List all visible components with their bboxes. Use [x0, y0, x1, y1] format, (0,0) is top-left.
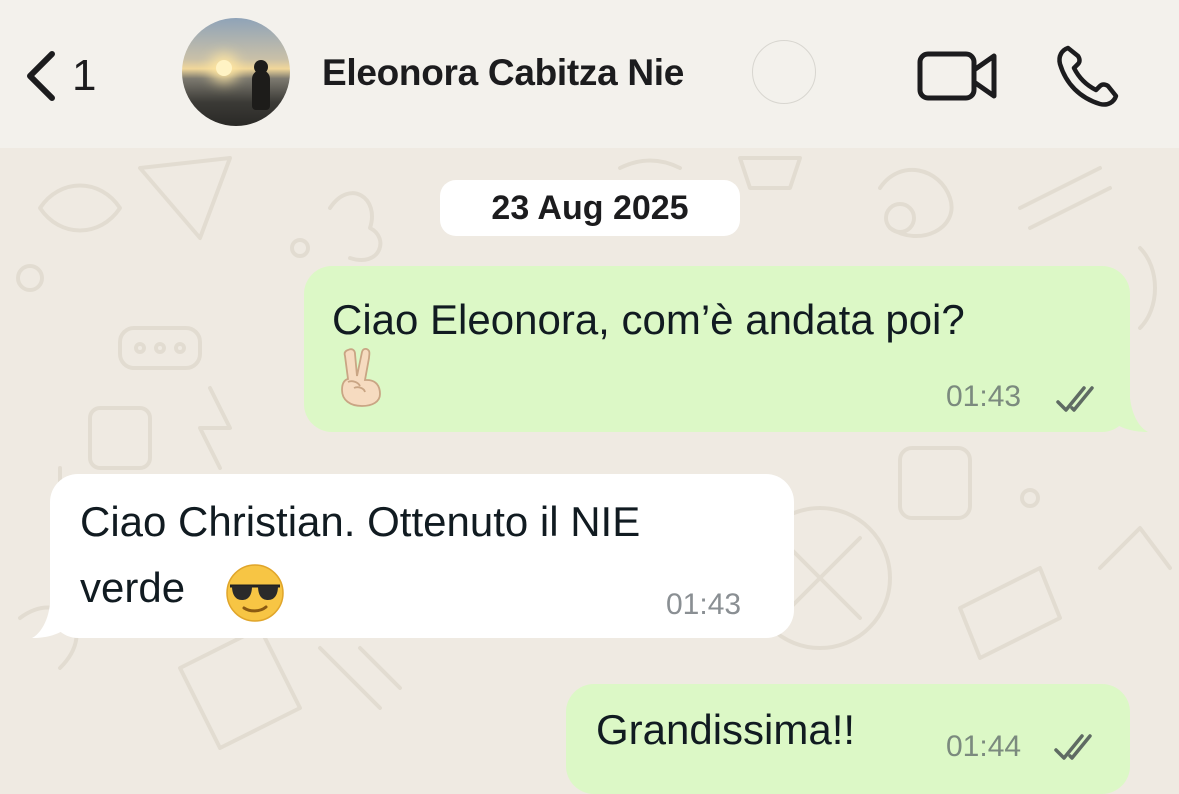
- double-check-icon: [1054, 734, 1092, 760]
- message-bubble-outgoing[interactable]: Ciao Eleonora, com’è andata poi? 01:43: [304, 266, 1130, 432]
- video-call-button[interactable]: [916, 48, 1000, 104]
- bubble-tail-outgoing: [1110, 398, 1148, 432]
- chevron-left-icon: [27, 51, 55, 101]
- double-check-icon: [1056, 386, 1094, 412]
- message-time: 01:43: [946, 380, 1022, 413]
- video-camera-icon: [917, 51, 997, 101]
- chat-header: 1 Eleonora Cabitza Nie: [0, 0, 1179, 148]
- avatar[interactable]: [182, 18, 290, 126]
- contact-name[interactable]: Eleonora Cabitza Nie: [322, 52, 684, 94]
- message-time: 01:44: [946, 730, 1022, 763]
- back-button[interactable]: 1: [22, 44, 132, 108]
- avatar-person: [252, 70, 270, 110]
- message-bubble-outgoing[interactable]: Grandissima!! 01:44: [566, 684, 1130, 794]
- phone-icon: [1057, 45, 1119, 107]
- message-text: Ciao Christian. Ottenuto il NIE: [80, 498, 641, 545]
- message-text: Grandissima!!: [596, 706, 856, 753]
- peace-emoji-icon: [334, 346, 386, 408]
- unread-count: 1: [72, 51, 97, 100]
- message-bubble-incoming[interactable]: Ciao Christian. Ottenuto il NIE verde 01…: [50, 474, 794, 638]
- avatar-sun: [216, 60, 232, 76]
- date-separator: 23 Aug 2025: [440, 180, 740, 236]
- message-text: Ciao Eleonora, com’è andata poi?: [332, 296, 965, 343]
- name-emoji-icon: [752, 40, 816, 104]
- voice-call-button[interactable]: [1054, 42, 1122, 110]
- message-time: 01:43: [666, 588, 742, 621]
- bubble-tail-incoming: [32, 604, 70, 638]
- message-text-line2: verde: [80, 564, 186, 611]
- sunglasses-emoji-icon: [224, 562, 286, 624]
